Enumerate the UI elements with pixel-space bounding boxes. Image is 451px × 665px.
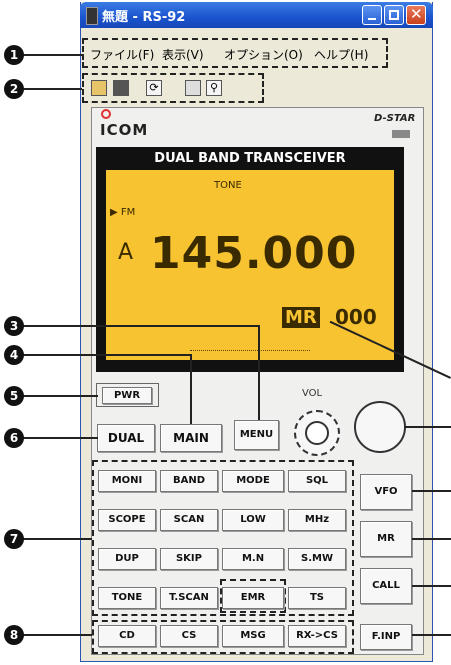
main-button[interactable]: MAIN bbox=[160, 424, 222, 452]
callout-line-mr bbox=[412, 538, 451, 540]
callout-line-6 bbox=[22, 437, 98, 439]
key-skip[interactable]: SKIP bbox=[160, 548, 218, 570]
callout-line-dial bbox=[405, 426, 451, 428]
callout-line-2 bbox=[22, 88, 82, 90]
callout-5: 5 bbox=[4, 386, 24, 406]
key-sql[interactable]: SQL bbox=[288, 470, 346, 492]
call-button[interactable]: CALL bbox=[360, 568, 412, 604]
frequency-readout: 145.000 bbox=[150, 228, 358, 279]
key-band[interactable]: BAND bbox=[160, 470, 218, 492]
close-button[interactable]: ✕ bbox=[406, 5, 426, 25]
open-folder-icon[interactable] bbox=[91, 80, 107, 96]
key-ts[interactable]: TS bbox=[288, 587, 346, 609]
vol-label: VOL bbox=[302, 388, 323, 399]
icom-logo: ICOM bbox=[100, 121, 149, 139]
menu-options[interactable]: オプション(O) bbox=[224, 46, 303, 63]
callout-line-vfo bbox=[412, 490, 451, 492]
refresh-icon[interactable]: ⟳ bbox=[146, 80, 162, 96]
title-bar[interactable]: 無題 - RS-92 ✕ bbox=[80, 2, 433, 28]
callout-line-1 bbox=[22, 54, 82, 56]
key-dup[interactable]: DUP bbox=[98, 548, 156, 570]
key-cd[interactable]: CD bbox=[98, 625, 156, 647]
app-icon bbox=[86, 7, 98, 25]
maximize-button[interactable] bbox=[384, 5, 404, 25]
tone-indicator: TONE bbox=[214, 180, 242, 191]
key-mode[interactable]: MODE bbox=[222, 470, 284, 492]
callout-2: 2 bbox=[4, 79, 24, 99]
dstar-logo: D-STAR bbox=[374, 113, 416, 124]
key-t-scan[interactable]: T.SCAN bbox=[160, 587, 218, 609]
key-low[interactable]: LOW bbox=[222, 509, 284, 531]
vfo-button[interactable]: VFO bbox=[360, 474, 412, 510]
menu-view[interactable]: 表示(V) bbox=[162, 46, 204, 63]
memory-label: MR bbox=[282, 307, 320, 328]
key-msg[interactable]: MSG bbox=[222, 625, 284, 647]
callout-line-4v bbox=[190, 354, 192, 424]
tuning-dial[interactable] bbox=[354, 401, 406, 453]
window-title: 無題 - RS-92 bbox=[102, 10, 186, 25]
callout-3: 3 bbox=[4, 316, 24, 336]
key-cs[interactable]: CS bbox=[160, 625, 218, 647]
band-indicator: A bbox=[118, 240, 134, 265]
callout-line-7 bbox=[22, 538, 92, 540]
callout-line-5 bbox=[22, 395, 98, 397]
search-icon[interactable]: ⚲ bbox=[206, 80, 222, 96]
callout-1: 1 bbox=[4, 45, 24, 65]
mode-indicator: ▶ FM bbox=[110, 207, 136, 218]
key-m-n[interactable]: M.N bbox=[222, 548, 284, 570]
callout-6: 6 bbox=[4, 428, 24, 448]
menu-button[interactable]: MENU bbox=[234, 420, 279, 450]
callout-line-4 bbox=[22, 354, 192, 356]
dstar-indicator bbox=[392, 130, 410, 138]
finp-button[interactable]: F.INP bbox=[360, 624, 412, 650]
key-emr[interactable]: EMR bbox=[222, 587, 284, 609]
mr-button[interactable]: MR bbox=[360, 521, 412, 557]
key-scope[interactable]: SCOPE bbox=[98, 509, 156, 531]
callout-8: 8 bbox=[4, 625, 24, 645]
s-meter bbox=[190, 350, 310, 353]
key-moni[interactable]: MONI bbox=[98, 470, 156, 492]
callout-line-3 bbox=[22, 325, 260, 327]
dual-button[interactable]: DUAL bbox=[97, 424, 155, 452]
menu-file[interactable]: ファイル(F) bbox=[90, 46, 154, 63]
callout-line-8 bbox=[22, 634, 92, 636]
logo-dot bbox=[101, 109, 111, 119]
key-mhz[interactable]: MHz bbox=[288, 509, 346, 531]
volume-knob[interactable] bbox=[294, 410, 340, 456]
pwr-button[interactable]: PWR bbox=[102, 387, 152, 404]
key-s-mw[interactable]: S.MW bbox=[288, 548, 346, 570]
minimize-button[interactable] bbox=[362, 5, 382, 25]
save-icon[interactable] bbox=[113, 80, 129, 96]
menu-help[interactable]: ヘルプ(H) bbox=[314, 46, 368, 63]
callout-line-call bbox=[412, 585, 451, 587]
toolbar: ⟳ ⚲ bbox=[82, 73, 264, 103]
close-icon: ✕ bbox=[410, 5, 423, 23]
list-icon[interactable] bbox=[185, 80, 201, 96]
key-rx-cs[interactable]: RX->CS bbox=[288, 625, 346, 647]
key-scan[interactable]: SCAN bbox=[160, 509, 218, 531]
callout-4: 4 bbox=[4, 345, 24, 365]
display-title: DUAL BAND TRANSCEIVER bbox=[154, 151, 346, 166]
menu-bar: ファイル(F) 表示(V) オプション(O) ヘルプ(H) bbox=[82, 38, 388, 68]
callout-7: 7 bbox=[4, 529, 24, 549]
callout-line-3v bbox=[258, 325, 260, 420]
callout-line-finp bbox=[412, 634, 451, 636]
key-tone[interactable]: TONE bbox=[98, 587, 156, 609]
